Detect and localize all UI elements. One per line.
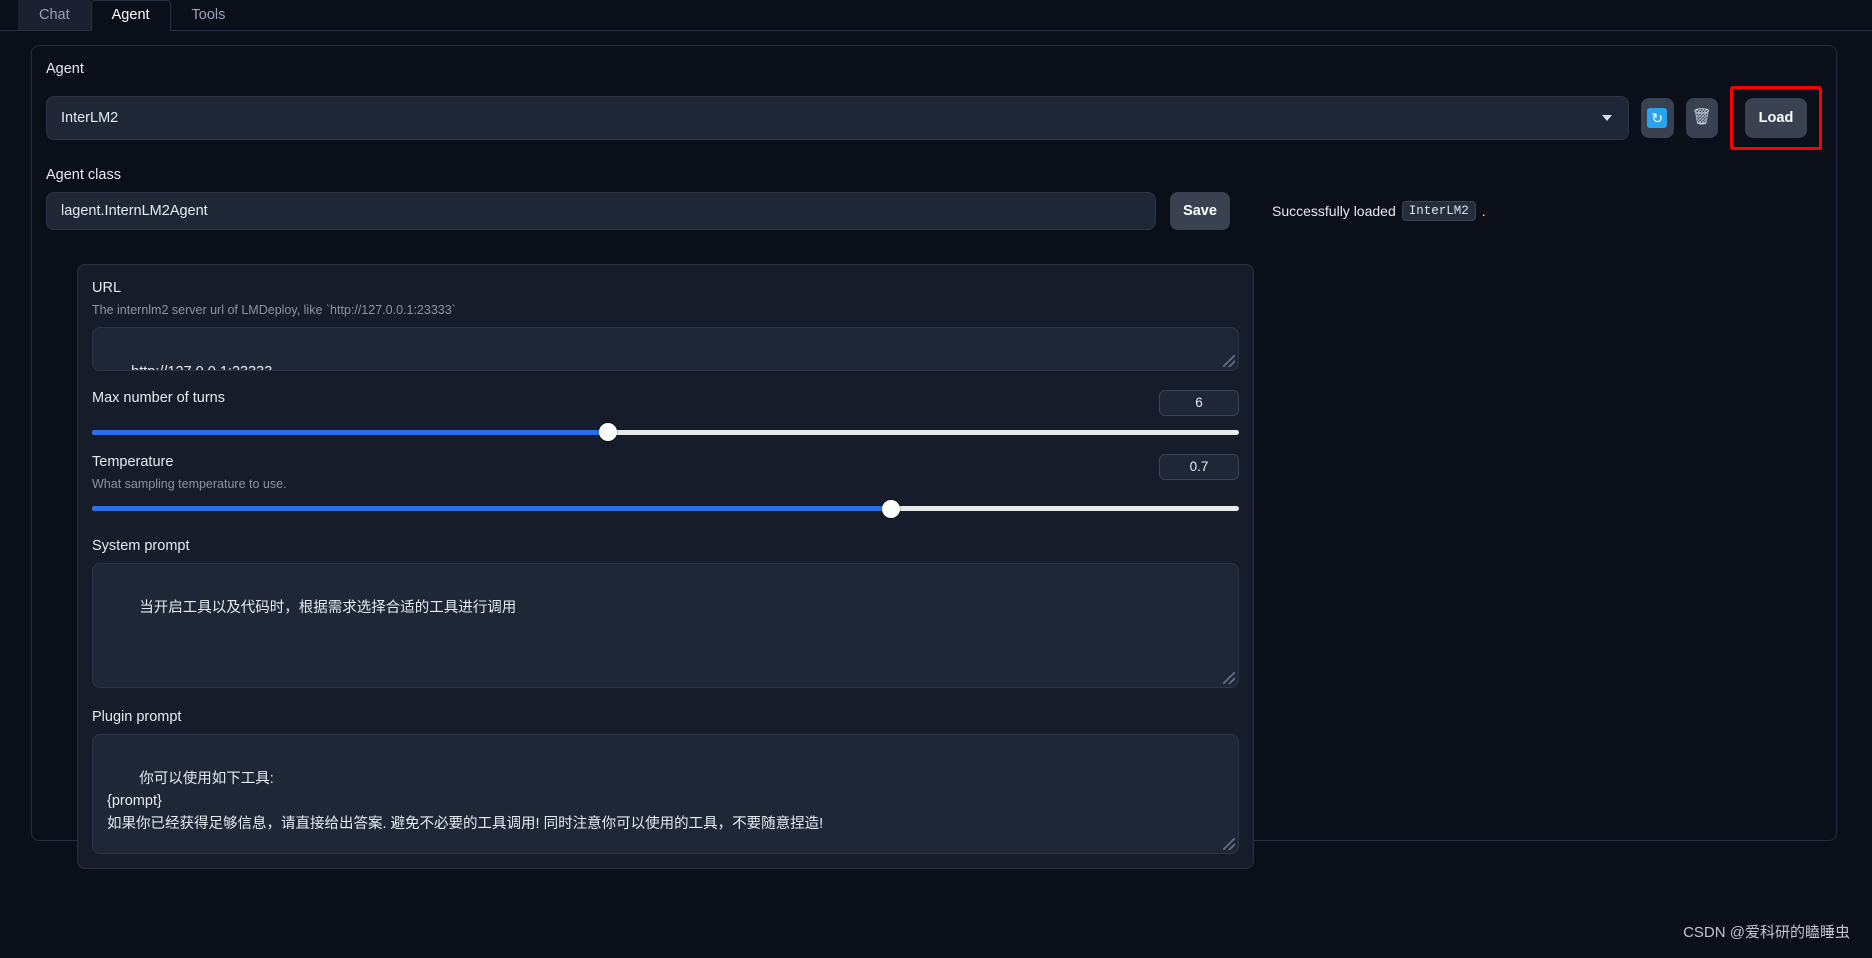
agent-class-value: lagent.InternLM2Agent [61,202,208,219]
agent-label: Agent [46,61,84,77]
agent-dropdown-value: InterLM2 [61,109,119,126]
temperature-description: What sampling temperature to use. [92,476,287,491]
temperature-block: Temperature What sampling temperature to… [92,453,1239,518]
tab-agent[interactable]: Agent [90,0,171,31]
url-input[interactable]: http://127.0.0.1:23333 [92,326,1239,371]
save-button[interactable]: Save [1170,191,1230,230]
watermark: CSDN @爱科研的瞌睡虫 [1683,924,1850,941]
status-suffix: . [1481,202,1486,219]
agent-class-label: Agent class [46,166,121,183]
temperature-slider-fill [92,506,892,512]
trash-icon: 🗑 [1691,108,1712,126]
status-code-chip: InterLM2 [1401,200,1476,221]
temperature-slider[interactable] [92,499,1239,518]
max-turns-slider-thumb[interactable] [599,423,618,442]
url-value: http://127.0.0.1:23333 [131,364,272,370]
max-turns-slider[interactable] [92,423,1239,442]
plugin-prompt-value: 你可以使用如下工具: {prompt} 如果你已经获得足够信息，请直接给出答案.… [107,770,824,832]
resize-handle-icon[interactable] [1223,838,1235,851]
load-button[interactable]: Load [1745,97,1807,138]
status-prefix: Successfully loaded [1272,202,1396,219]
refresh-icon: ↻ [1647,107,1668,128]
max-turns-value: 6 [1195,395,1203,411]
max-turns-block: Max number of turns 6 [92,389,1239,442]
tab-chat[interactable]: Chat [18,0,91,30]
temperature-label: Temperature [92,453,174,470]
system-prompt-input[interactable]: 当开启工具以及代码时，根据需求选择合适的工具进行调用 [92,563,1239,689]
plugin-prompt-input[interactable]: 你可以使用如下工具: {prompt} 如果你已经获得足够信息，请直接给出答案.… [92,734,1239,855]
chevron-down-icon [1602,114,1612,121]
plugin-prompt-block: Plugin prompt 你可以使用如下工具: {prompt} 如果你已经获… [92,708,1239,855]
agent-class-input[interactable]: lagent.InternLM2Agent [46,191,1156,230]
agent-class-row: lagent.InternLM2Agent Save Successfully … [46,191,1822,230]
url-label: URL [92,280,122,296]
resize-handle-icon[interactable] [1223,672,1235,685]
temperature-slider-thumb[interactable] [882,499,901,518]
tab-chat-label: Chat [39,7,70,24]
tab-bar: Chat Agent Tools [0,0,1872,31]
tab-tools-label: Tools [191,7,226,24]
refresh-button[interactable]: ↻ [1641,97,1674,138]
max-turns-slider-fill [92,429,609,435]
load-button-highlight: Load [1730,85,1822,150]
agent-selector-row: InterLM2 ↻ 🗑 Load [46,85,1822,150]
max-turns-label: Max number of turns [92,389,225,406]
plugin-prompt-label: Plugin prompt [92,709,182,726]
agent-settings-box: URL The internlm2 server url of LMDeploy… [77,264,1254,870]
system-prompt-value: 当开启工具以及代码时，根据需求选择合适的工具进行调用 [139,599,517,616]
agent-dropdown[interactable]: InterLM2 [46,95,1629,140]
system-prompt-label: System prompt [92,538,190,555]
agent-config-panel: Agent InterLM2 ↻ 🗑 Load Agent class lage… [31,45,1837,870]
resize-handle-icon[interactable] [1223,354,1235,367]
tab-agent-label: Agent [111,7,150,24]
temperature-number-input[interactable]: 0.7 [1159,453,1239,480]
max-turns-number-input[interactable]: 6 [1159,389,1239,416]
delete-button[interactable]: 🗑 [1685,97,1718,138]
url-description: The internlm2 server url of LMDeploy, li… [92,302,456,317]
system-prompt-block: System prompt 当开启工具以及代码时，根据需求选择合适的工具进行调用 [92,537,1239,689]
temperature-value: 0.7 [1189,459,1209,475]
tab-tools[interactable]: Tools [171,0,247,30]
status-message: Successfully loaded InterLM2 . [1272,200,1486,221]
